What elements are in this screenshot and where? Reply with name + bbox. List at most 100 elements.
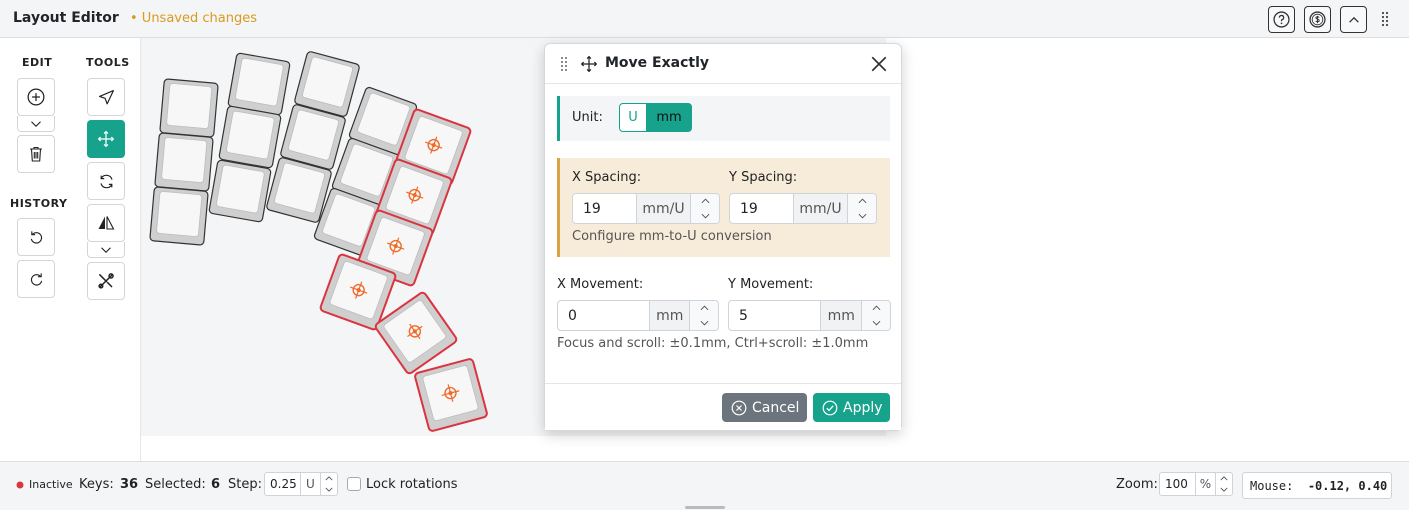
selected-key[interactable]: [373, 290, 459, 376]
dialog-header[interactable]: Move Exactly: [545, 44, 901, 84]
spin-down-icon[interactable]: [690, 316, 718, 331]
undo-button[interactable]: [17, 218, 55, 256]
panel-resize-handle[interactable]: [685, 506, 725, 509]
step-input[interactable]: 0.25 U: [264, 472, 338, 496]
app-title: Layout Editor: [13, 10, 119, 26]
spin-down-icon[interactable]: [848, 209, 876, 224]
step-stepper[interactable]: [321, 473, 337, 495]
key[interactable]: [208, 159, 272, 223]
dialog-title: Move Exactly: [605, 55, 710, 71]
selected-key[interactable]: [413, 357, 489, 433]
y-movement-value[interactable]: 5: [729, 301, 822, 330]
move-exactly-dialog: Move Exactly Unit: U mm X Spacing: Y Spa…: [544, 43, 902, 431]
key[interactable]: [149, 186, 209, 246]
zoom-unit: %: [1196, 473, 1217, 495]
tweak-tool-button[interactable]: [87, 262, 125, 300]
x-movement-value[interactable]: 0: [558, 301, 651, 330]
drag-handle-icon[interactable]: [560, 56, 568, 72]
mouse-coordinates: -0.12, 0.40: [1307, 478, 1388, 493]
redo-button[interactable]: [17, 260, 55, 298]
rotate-tool-button[interactable]: [87, 162, 125, 200]
y-movement-input[interactable]: 5 mm: [728, 300, 891, 331]
spin-down-icon[interactable]: [1216, 484, 1232, 495]
mirror-dropdown[interactable]: [87, 242, 125, 258]
unsaved-indicator: • Unsaved changes: [130, 11, 257, 26]
selected-count: 6: [211, 477, 221, 492]
connection-status: Inactive: [29, 478, 73, 491]
collapse-button[interactable]: [1340, 6, 1367, 33]
x-movement-stepper[interactable]: [690, 301, 718, 330]
spin-down-icon[interactable]: [862, 316, 890, 331]
x-movement-input[interactable]: 0 mm: [557, 300, 719, 331]
chevron-down-icon: [101, 246, 111, 253]
sponsor-button[interactable]: [1304, 6, 1331, 33]
undo-icon: [30, 230, 42, 244]
step-value[interactable]: 0.25: [265, 473, 301, 495]
spin-down-icon[interactable]: [321, 484, 337, 495]
chevron-up-icon: [1348, 16, 1359, 23]
spin-up-icon[interactable]: [321, 473, 337, 484]
add-key-dropdown[interactable]: [17, 116, 55, 132]
move-arrows-icon: [97, 130, 115, 148]
zoom-value[interactable]: 100: [1160, 473, 1196, 495]
apply-label: Apply: [843, 399, 883, 416]
x-movement-unit: mm: [650, 301, 691, 330]
rotate-arrows-icon: [99, 174, 113, 188]
check-circle-icon: [822, 400, 838, 415]
step-unit: U: [301, 473, 322, 495]
zoom-stepper[interactable]: [1216, 473, 1232, 495]
unit-selector-row: Unit: U mm: [557, 96, 890, 141]
x-spacing-unit: mm/U: [637, 194, 691, 223]
x-spacing-value[interactable]: 19: [573, 194, 637, 223]
spin-down-icon[interactable]: [691, 209, 719, 224]
mirror-tool-button[interactable]: [87, 204, 125, 242]
canvas-empty-area: [886, 38, 1408, 461]
zoom-label: Zoom:: [1116, 477, 1158, 492]
keys-label: Keys:: [79, 477, 114, 492]
spin-up-icon[interactable]: [1216, 473, 1232, 484]
y-spacing-input[interactable]: 19 mm/U: [729, 193, 877, 224]
edit-section-label: EDIT: [22, 56, 53, 69]
spin-up-icon[interactable]: [691, 194, 719, 209]
y-spacing-stepper[interactable]: [848, 194, 876, 223]
spacing-hint: Configure mm-to-U conversion: [572, 229, 772, 244]
key[interactable]: [218, 105, 282, 169]
cursor-arrow-icon: [98, 89, 114, 104]
coin-icon: [1309, 11, 1326, 28]
x-spacing-input[interactable]: 19 mm/U: [572, 193, 720, 224]
redo-icon: [30, 272, 42, 286]
trash-icon: [30, 146, 42, 162]
tool-panel: EDIT TOOLS HISTORY: [0, 38, 141, 461]
unit-option-u[interactable]: U: [619, 103, 647, 132]
lock-rotations-checkbox[interactable]: [347, 477, 361, 491]
step-label: Step:: [228, 477, 262, 492]
history-section-label: HISTORY: [10, 197, 68, 210]
help-button[interactable]: [1268, 6, 1295, 33]
move-tool-button[interactable]: [87, 120, 125, 158]
drag-grip-icon[interactable]: [1380, 11, 1390, 27]
spin-up-icon[interactable]: [848, 194, 876, 209]
y-spacing-value[interactable]: 19: [730, 194, 794, 223]
x-spacing-stepper[interactable]: [691, 194, 719, 223]
tools-section-label: TOOLS: [86, 56, 130, 69]
help-icon: [1273, 11, 1290, 28]
app-header: Layout Editor • Unsaved changes: [0, 0, 1409, 38]
y-movement-stepper[interactable]: [862, 301, 890, 330]
add-key-button[interactable]: [17, 78, 55, 116]
cancel-circle-icon: [731, 400, 747, 415]
mouse-position-readout: Mouse: -0.12, 0.40: [1242, 472, 1392, 499]
cancel-button[interactable]: Cancel: [722, 393, 807, 422]
key[interactable]: [227, 52, 291, 116]
close-icon[interactable]: [870, 55, 888, 73]
plus-circle-icon: [27, 88, 45, 106]
dialog-footer: Cancel Apply: [545, 383, 901, 430]
apply-button[interactable]: Apply: [813, 393, 890, 422]
zoom-input[interactable]: 100 %: [1159, 472, 1233, 496]
key[interactable]: [159, 78, 219, 138]
select-tool-button[interactable]: [87, 78, 125, 116]
unit-option-mm[interactable]: mm: [646, 103, 692, 132]
key[interactable]: [154, 132, 214, 192]
delete-button[interactable]: [17, 135, 55, 173]
spin-up-icon[interactable]: [862, 301, 890, 316]
spin-up-icon[interactable]: [690, 301, 718, 316]
